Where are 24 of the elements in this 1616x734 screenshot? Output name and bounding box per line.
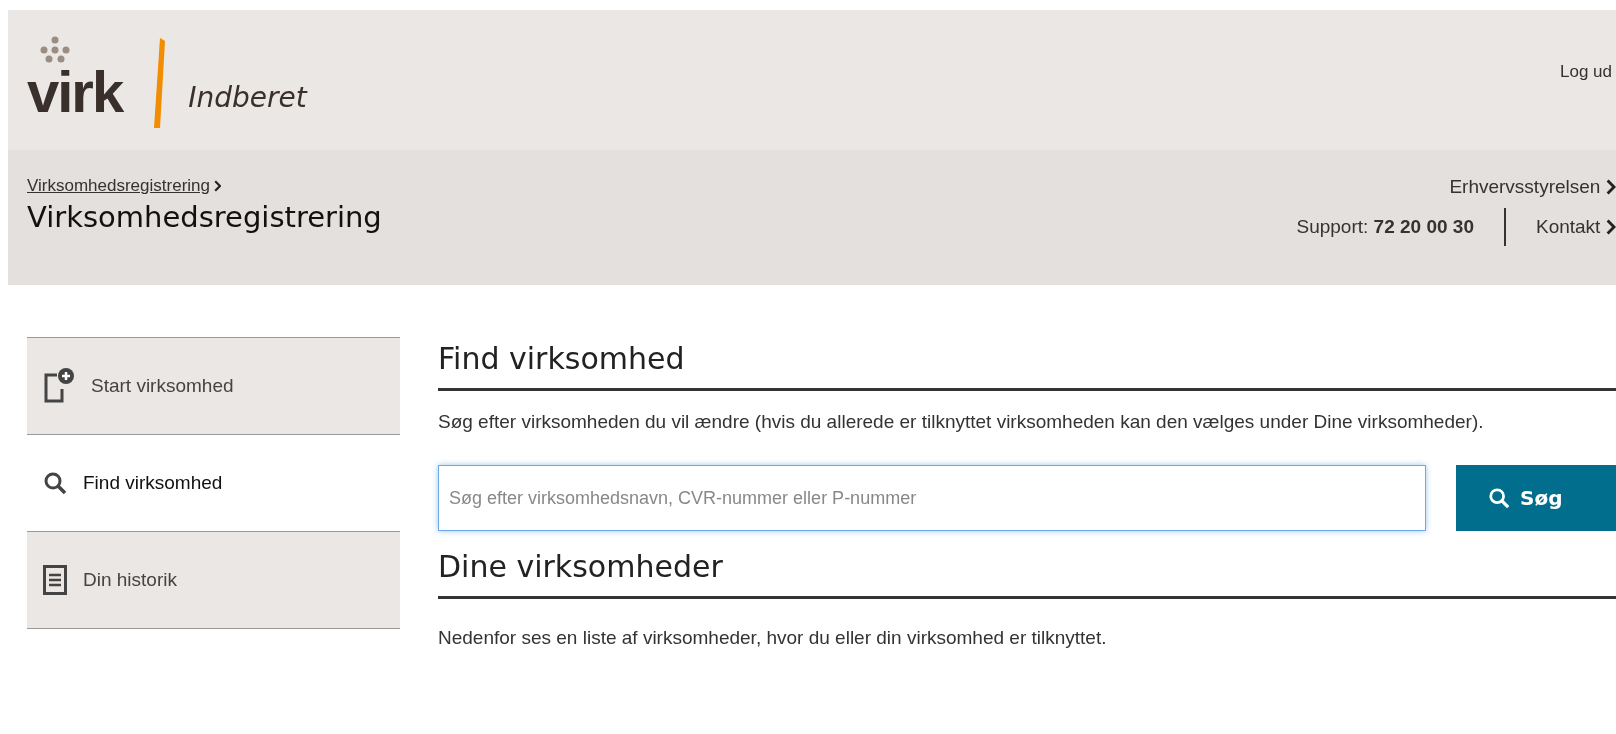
chevron-right-icon [214,180,222,192]
document-plus-icon [43,367,75,405]
search-button[interactable]: Søg [1456,465,1616,531]
intro-text: Nedenfor ses en liste af virksomheder, hvor du eller din virksomhed er tilknyttet. [438,626,1108,650]
sidebar-item[interactable]: Start virksomhed [27,338,400,435]
section-heading: Dine virksomheder [438,545,1616,599]
service-name: Indberet [188,80,307,114]
intro-text: Søg efter virksomheden du vil ændre (hvis du allerede er tilknyttet virksomheden kan den vælges under Dine virksomheder). [438,410,1485,434]
support-text: Support: 72 20 00 30 [1296,216,1474,238]
search-icon [43,471,67,495]
page-title: Virksomhedsregistrering [27,200,382,234]
contact-link[interactable]: Kontakt [1535,216,1616,238]
sidebar-item[interactable]: Din historik [27,532,400,629]
search-icon [1488,487,1510,509]
search-field[interactable]: Søg efter virksomhedsnavn, CVR-nummer eller P-nummer [438,465,1426,531]
logout-link[interactable]: Log ud [1560,62,1612,82]
chevron-right-icon [1606,179,1616,195]
chevron-right-icon [1606,219,1616,235]
section-heading: Find virksomhed [438,337,1616,391]
agency-link[interactable]: Erhvervsstyrelsen [1449,176,1616,198]
slash-icon [152,38,167,128]
logo-wordmark: virk [27,62,123,121]
breadcrumb-link[interactable]: Virksomhedsregistrering [27,176,382,196]
document-lines-icon [43,565,67,595]
